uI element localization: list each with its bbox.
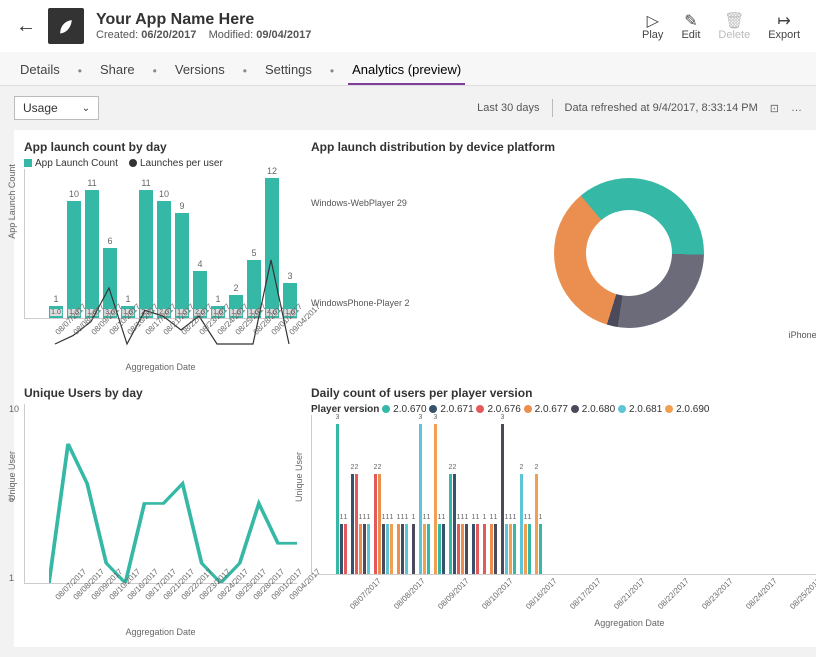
tab-share[interactable]: Share xyxy=(96,56,139,85)
chart-title: App launch distribution by device platfo… xyxy=(311,140,816,154)
tab-settings[interactable]: Settings xyxy=(261,56,316,85)
panel-launch-by-day: App launch count by day App Launch Count… xyxy=(24,140,297,372)
chart-legend: Player version 2.0.670 2.0.671 2.0.676 2… xyxy=(311,404,816,415)
modified-label: Modified: xyxy=(209,29,254,41)
content-area: Usage ⌄ Last 30 days Data refreshed at 9… xyxy=(0,86,816,657)
controls-row: Usage ⌄ Last 30 days Data refreshed at 9… xyxy=(14,96,802,120)
chart-title: Unique Users by day xyxy=(24,386,297,400)
tab-versions[interactable]: Versions xyxy=(171,56,229,85)
app-icon xyxy=(48,8,84,44)
panel-launch-by-platform: App launch distribution by device platfo… xyxy=(311,140,816,372)
donut-chart[interactable]: Android-Player 31 iPhone-Player 23 Windo… xyxy=(311,158,816,348)
bar-chart[interactable]: App Launch Count 11.0101.3111.863.011.01… xyxy=(24,169,297,372)
app-header: ← Your App Name Here Created: 06/20/2017… xyxy=(0,0,816,52)
modified-date: 09/04/2017 xyxy=(256,29,311,41)
range-label: Last 30 days xyxy=(477,102,539,114)
back-arrow-icon[interactable]: ← xyxy=(16,15,36,38)
tab-bar: Details• Share• Versions• Settings• Anal… xyxy=(0,52,816,86)
panel-users-per-version: Daily count of users per player version … xyxy=(311,386,816,637)
edit-button[interactable]: ✎Edit xyxy=(681,11,700,41)
donut-label-iphone: iPhone-Player 23 xyxy=(789,330,816,340)
created-label: Created: xyxy=(96,29,138,41)
play-button[interactable]: ▷Play xyxy=(642,11,663,41)
donut-label-web: Windows-WebPlayer 29 xyxy=(311,198,407,208)
legend-swatch xyxy=(24,159,32,167)
donut-label-wp: WindowsPhone-Player 2 xyxy=(311,298,410,308)
chart-legend: App Launch Count Launches per user xyxy=(24,158,297,169)
line-chart[interactable]: Unique User 10 5 1 08/07/201708/08/20170… xyxy=(24,404,297,637)
refreshed-label: Data refreshed at 9/4/2017, 8:33:14 PM xyxy=(565,102,758,114)
chart-title: App launch count by day xyxy=(24,140,297,154)
panels-grid: App launch count by day App Launch Count… xyxy=(14,130,816,647)
export-button[interactable]: ↦Export xyxy=(768,11,800,41)
expand-icon[interactable]: … xyxy=(791,102,802,114)
legend-swatch xyxy=(129,159,137,167)
dashboard: App launch count by day App Launch Count… xyxy=(14,130,802,647)
tab-details[interactable]: Details xyxy=(16,56,64,85)
multi-bar-chart[interactable]: Unique User 3112211122111111131131122111… xyxy=(311,415,816,628)
pencil-icon: ✎ xyxy=(681,11,700,29)
delete-button: 🗑Delete xyxy=(718,11,750,41)
chart-title: Daily count of users per player version xyxy=(311,386,816,400)
header-actions: ▷Play ✎Edit 🗑Delete ↦Export xyxy=(642,11,800,41)
trash-icon: 🗑 xyxy=(718,11,750,29)
created-date: 06/20/2017 xyxy=(141,29,196,41)
app-title-block: Your App Name Here Created: 06/20/2017 M… xyxy=(96,11,311,41)
app-meta: Created: 06/20/2017 Modified: 09/04/2017 xyxy=(96,29,311,41)
app-title: Your App Name Here xyxy=(96,11,311,29)
more-options-icon[interactable]: ⊡ xyxy=(770,102,779,115)
play-icon: ▷ xyxy=(642,11,663,29)
tab-analytics[interactable]: Analytics (preview) xyxy=(348,56,465,85)
chevron-down-icon: ⌄ xyxy=(82,103,90,114)
dropdown-value: Usage xyxy=(23,101,58,115)
leaf-icon xyxy=(56,16,76,36)
export-icon: ↦ xyxy=(768,11,800,29)
panel-unique-users: Unique Users by day Unique User 10 5 1 0… xyxy=(24,386,297,637)
usage-dropdown[interactable]: Usage ⌄ xyxy=(14,96,99,120)
